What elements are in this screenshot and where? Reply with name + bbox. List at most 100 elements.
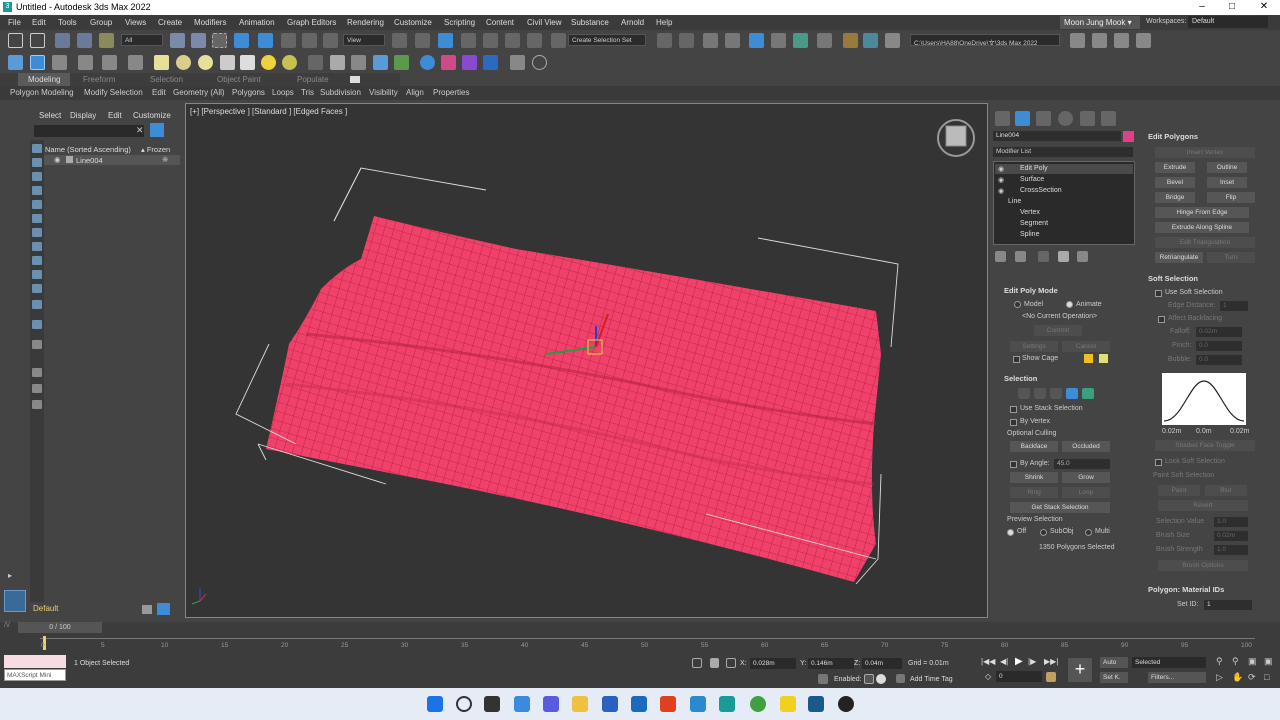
photos-icon[interactable] xyxy=(690,696,706,712)
stack-line[interactable]: Line xyxy=(1008,198,1021,205)
motion-tab-icon[interactable] xyxy=(1058,111,1073,126)
show-end-result-icon[interactable] xyxy=(1015,251,1026,262)
maxscript-listener[interactable] xyxy=(4,655,66,668)
remove-modifier-icon[interactable] xyxy=(1058,251,1069,262)
light-icon[interactable] xyxy=(128,55,143,70)
systems-icon[interactable] xyxy=(373,55,388,70)
use-stack-selection-checkbox[interactable] xyxy=(1010,406,1017,413)
layers-icon[interactable] xyxy=(142,605,152,614)
maxscript-input[interactable]: MAXScript Mini xyxy=(4,669,66,681)
menu-group[interactable]: Group xyxy=(90,18,112,27)
display-xrefs-icon[interactable] xyxy=(32,256,42,265)
display-none-icon[interactable] xyxy=(32,144,42,153)
project-folder-dropdown[interactable]: C:\Users\HA88\OneDrive\文\3ds Max 2022 xyxy=(910,34,1060,46)
get-stack-selection-button[interactable]: Get Stack Selection xyxy=(1010,502,1110,513)
cage-color-swatch[interactable] xyxy=(1084,354,1093,363)
use-soft-selection-checkbox[interactable] xyxy=(1155,290,1162,297)
time-slider[interactable]: 0 / 100 xyxy=(18,622,102,633)
office-icon[interactable] xyxy=(660,696,676,712)
inset-button[interactable]: Inset xyxy=(1207,177,1247,188)
modify-tab-icon[interactable] xyxy=(1015,111,1030,126)
model-radio[interactable] xyxy=(1014,301,1021,308)
selection-filter-dropdown[interactable]: All xyxy=(121,34,163,46)
current-frame-field[interactable]: 0 xyxy=(996,671,1042,682)
extrude-button[interactable]: Extrude xyxy=(1155,162,1195,173)
menu-scripting[interactable]: Scripting xyxy=(444,18,475,27)
occluded-button[interactable]: Occluded xyxy=(1062,441,1110,452)
stop-time-icon[interactable] xyxy=(876,674,886,684)
loop-button[interactable]: Loop xyxy=(1062,487,1110,498)
zoom-extents-icon[interactable]: ▣ xyxy=(1248,656,1257,667)
link-icon[interactable] xyxy=(55,33,70,48)
menu-civil-view[interactable]: Civil View xyxy=(527,18,562,27)
menu-edit[interactable]: Edit xyxy=(32,18,46,27)
shape-icon[interactable] xyxy=(78,55,93,70)
freeze-icon[interactable]: ❋ xyxy=(162,155,168,164)
curve-editor-icon[interactable] xyxy=(771,33,786,48)
add-time-tag[interactable]: Add Time Tag xyxy=(910,676,953,683)
viewport-layout-icon[interactable] xyxy=(4,590,26,612)
tab-object-paint[interactable]: Object Paint xyxy=(217,75,261,84)
render-preview-icon[interactable] xyxy=(483,55,498,70)
schematic-view-icon[interactable] xyxy=(793,33,808,48)
go-to-end-icon[interactable]: ▶▶| xyxy=(1044,657,1058,666)
rect-selection-icon[interactable] xyxy=(212,33,227,48)
preview-off-radio[interactable] xyxy=(1007,529,1014,536)
z-coordinate-field[interactable]: 0.04m xyxy=(862,658,902,669)
maximize-viewport-icon[interactable]: □ xyxy=(1264,672,1269,682)
bind-space-warp-icon[interactable] xyxy=(99,33,114,48)
curve-toggle-icon[interactable]: /\/ xyxy=(4,622,10,629)
display-helpers-icon[interactable] xyxy=(32,214,42,223)
grow-button[interactable]: Grow xyxy=(1062,472,1110,483)
edge-mode-icon[interactable] xyxy=(1034,388,1046,399)
tab-modeling[interactable]: Modeling xyxy=(18,73,71,86)
outline-button[interactable]: Outline xyxy=(1207,162,1247,173)
stack-surface[interactable]: Surface xyxy=(1020,176,1044,183)
ribbon-subdivision[interactable]: Subdivision xyxy=(320,88,361,97)
border-mode-icon[interactable] xyxy=(1050,388,1062,399)
display-particles-icon[interactable] xyxy=(32,284,42,293)
app-icon[interactable] xyxy=(808,696,824,712)
scene-explorer-icon[interactable] xyxy=(703,33,718,48)
spacewarp-icon[interactable] xyxy=(351,55,366,70)
minimize-icon[interactable]: – xyxy=(1188,1,1216,14)
viewcube-icon[interactable] xyxy=(937,119,975,157)
backface-button[interactable]: Backface xyxy=(1010,441,1058,452)
key-filter-dropdown[interactable]: Selected xyxy=(1132,657,1206,668)
container-icon[interactable] xyxy=(510,55,525,70)
sphere-icon[interactable] xyxy=(176,55,191,70)
menu-help[interactable]: Help xyxy=(656,18,672,27)
expand-icon[interactable]: ▸ xyxy=(8,571,12,580)
ribbon-polygon-modeling[interactable]: Polygon Modeling xyxy=(10,88,74,97)
ribbon-modify-selection[interactable]: Modify Selection xyxy=(84,88,143,97)
render-icon[interactable] xyxy=(885,33,900,48)
absolute-mode-icon[interactable] xyxy=(726,658,736,668)
time-config-icon[interactable]: ◇ xyxy=(985,672,991,681)
shrink-button[interactable]: Shrink xyxy=(1010,472,1058,483)
preview-multi-radio[interactable] xyxy=(1085,529,1092,536)
undo-icon[interactable] xyxy=(8,33,23,48)
display-invert-icon[interactable] xyxy=(32,384,42,393)
lock-soft-selection-checkbox[interactable] xyxy=(1155,459,1162,466)
geosphere-icon[interactable] xyxy=(198,55,213,70)
edit-poly-mode-title[interactable]: Edit Poly Mode xyxy=(1004,286,1058,295)
revert-button[interactable]: Revert xyxy=(1158,500,1248,511)
foliage-icon[interactable] xyxy=(394,55,409,70)
next-frame-icon[interactable]: |▶ xyxy=(1028,657,1036,666)
blur-button[interactable]: Blur xyxy=(1205,485,1247,496)
menu-customize[interactable]: Customize xyxy=(394,18,432,27)
commit-button[interactable]: Commit xyxy=(1034,325,1082,336)
display-cameras-icon[interactable] xyxy=(32,200,42,209)
select-by-name-icon[interactable] xyxy=(191,33,206,48)
stack-vertex[interactable]: Vertex xyxy=(1020,209,1040,216)
stack-edit-poly[interactable]: Edit Poly xyxy=(1020,165,1048,172)
display-containers-icon[interactable] xyxy=(32,300,42,309)
display-spacewarps-icon[interactable] xyxy=(32,228,42,237)
stack-spline[interactable]: Spline xyxy=(1020,231,1039,238)
render-setup-icon[interactable] xyxy=(843,33,858,48)
gamma-icon[interactable] xyxy=(1114,33,1129,48)
by-angle-checkbox[interactable] xyxy=(1010,461,1017,468)
zoom-extents-all-icon[interactable]: ▣ xyxy=(1264,656,1273,667)
eye-icon[interactable]: ◉ xyxy=(54,155,61,164)
menu-graph-editors[interactable]: Graph Editors xyxy=(287,18,336,27)
